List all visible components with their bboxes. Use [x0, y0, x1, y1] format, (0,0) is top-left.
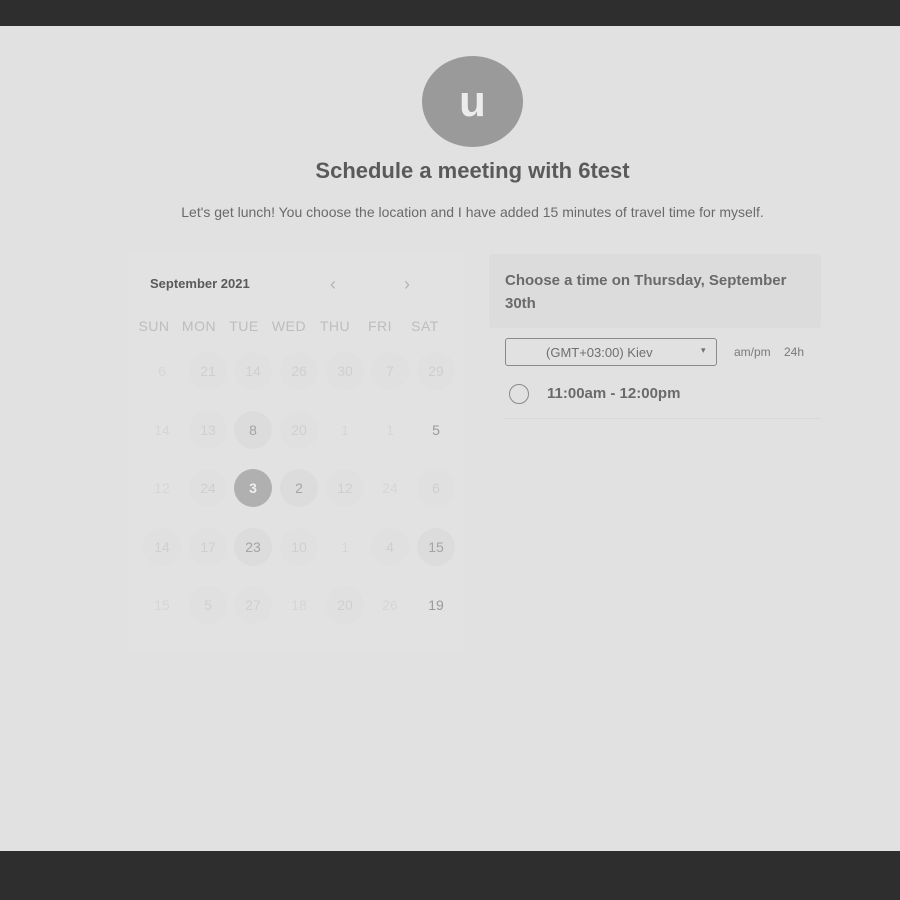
timezone-value: (GMT+03:00) Kiev: [546, 345, 653, 360]
top-bar: [0, 0, 900, 26]
calendar-day-selected[interactable]: 3: [234, 469, 272, 507]
calendar-day: 30: [326, 352, 364, 390]
time-heading: Choose a time on Thursday, September 30t…: [505, 272, 787, 312]
calendar-day: 26: [280, 352, 318, 390]
calendar-day: 18: [280, 586, 318, 624]
weekday-sun: SUN: [138, 318, 170, 334]
calendar-day: 15: [143, 586, 181, 624]
calendar-day: 12: [326, 469, 364, 507]
time-slot[interactable]: 11:00am - 12:00pm: [505, 382, 821, 419]
calendar-day: 7: [371, 352, 409, 390]
calendar-day: 19: [417, 586, 455, 624]
format-24h-toggle[interactable]: 24h: [784, 345, 804, 359]
calendar-day: 14: [143, 528, 181, 566]
avatar-initial: u: [459, 76, 486, 126]
calendar-day: 20: [326, 586, 364, 624]
calendar-day: 14: [143, 411, 181, 449]
weekday-tue: TUE: [229, 318, 259, 334]
calendar-day: 14: [234, 352, 272, 390]
calendar-day: 5: [189, 586, 227, 624]
calendar-day-available[interactable]: 2: [280, 469, 318, 507]
format-ampm-toggle[interactable]: am/pm: [734, 345, 771, 359]
calendar-day: 10: [280, 528, 318, 566]
caret-down-icon: ▾: [701, 345, 706, 355]
calendar-day-available[interactable]: 8: [234, 411, 272, 449]
weekday-sat: SAT: [411, 318, 439, 334]
calendar-day: 17: [189, 528, 227, 566]
calendar-day: 12: [143, 469, 181, 507]
weekday-fri: FRI: [367, 318, 393, 334]
scheduling-page: u Schedule a meeting with 6test Let's ge…: [0, 26, 900, 851]
calendar-day: 24: [371, 469, 409, 507]
time-slot-label: 11:00am - 12:00pm: [547, 385, 681, 402]
calendar-day: 24: [189, 469, 227, 507]
calendar-day: 1: [326, 411, 364, 449]
calendar-day-available[interactable]: 23: [234, 528, 272, 566]
bottom-bar: [0, 851, 900, 900]
weekday-mon: MON: [181, 318, 217, 334]
weekday-thu: THU: [319, 318, 351, 334]
weekday-wed: WED: [271, 318, 307, 334]
timezone-select[interactable]: (GMT+03:00) Kiev ▾: [505, 338, 717, 366]
chevron-right-icon[interactable]: ›: [404, 274, 410, 295]
chevron-left-icon[interactable]: ‹: [330, 274, 336, 295]
avatar: u: [422, 56, 523, 147]
meeting-description: Let's get lunch! You choose the location…: [181, 204, 764, 220]
calendar-day: 27: [234, 586, 272, 624]
calendar: September 2021 ‹ › SUN MON TUE WED THU F…: [128, 252, 464, 652]
calendar-day: 13: [189, 411, 227, 449]
time-header-card: Choose a time on Thursday, September 30t…: [489, 254, 821, 328]
calendar-day: 4: [371, 528, 409, 566]
calendar-day: 1: [326, 528, 364, 566]
calendar-day-available[interactable]: 15: [417, 528, 455, 566]
calendar-month-label: September 2021: [150, 276, 250, 291]
calendar-day: 1: [371, 411, 409, 449]
calendar-day: 20: [280, 411, 318, 449]
calendar-day: 21: [189, 352, 227, 390]
calendar-day: 26: [371, 586, 409, 624]
calendar-day: 29: [417, 352, 455, 390]
calendar-day: 5: [417, 411, 455, 449]
calendar-day: 6: [417, 469, 455, 507]
calendar-day: 6: [143, 352, 181, 390]
page-title: Schedule a meeting with 6test: [315, 158, 630, 183]
radio-button[interactable]: [509, 384, 529, 404]
